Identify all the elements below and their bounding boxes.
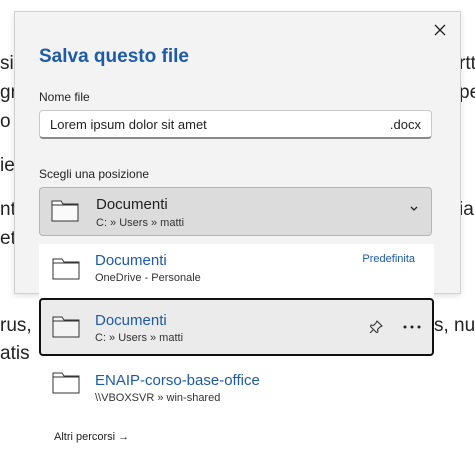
location-item-onedrive[interactable]: Documenti OneDrive - Personale Predefini… (39, 244, 434, 302)
more-paths-link[interactable]: Altri percorsi → (54, 431, 129, 443)
location-dropdown[interactable]: Documenti C: » Users » matti (39, 187, 432, 236)
doc-text-fragment: ie (0, 155, 15, 176)
selected-location-title: Documenti (96, 196, 168, 213)
location-list: Documenti OneDrive - Personale Predefini… (39, 244, 434, 404)
dialog-title: Salva questo file (39, 46, 189, 67)
folder-icon (52, 258, 80, 280)
file-name-value: Lorem ipsum dolor sit amet (50, 116, 207, 132)
close-button[interactable] (428, 18, 452, 42)
location-title: Documenti (95, 252, 167, 269)
file-name-label: Nome file (39, 90, 90, 104)
doc-text-fragment: pe (459, 82, 475, 103)
location-item-local[interactable]: Documenti C: » Users » matti (39, 298, 434, 356)
folder-icon (52, 316, 80, 338)
doc-text-fragment: rtt (459, 53, 475, 74)
doc-text-fragment: atis (0, 343, 30, 364)
folder-icon (52, 372, 80, 394)
file-extension: .docx (389, 116, 421, 132)
pin-icon[interactable] (368, 319, 384, 335)
doc-text-fragment: ia (459, 199, 474, 220)
selected-location-path: C: » Users » matti (96, 217, 185, 229)
chevron-down-icon (410, 206, 418, 211)
more-options-icon[interactable] (402, 324, 422, 330)
location-title: Documenti (95, 312, 167, 329)
file-name-field[interactable]: Lorem ipsum dolor sit amet .docx (39, 110, 432, 139)
location-title: ENAIP-corso-base-office (95, 372, 260, 389)
location-item-shared[interactable]: ENAIP-corso-base-office \\VBOXSVR » win-… (39, 358, 434, 416)
location-subtitle: \\VBOXSVR » win-shared (95, 392, 221, 404)
folder-icon (51, 200, 79, 222)
doc-text-fragment: rus, (0, 315, 32, 336)
default-badge: Predefinita (362, 253, 415, 265)
close-icon (434, 24, 446, 36)
doc-text-fragment: s, nu (434, 315, 475, 336)
location-subtitle: OneDrive - Personale (95, 272, 201, 284)
location-label: Scegli una posizione (39, 167, 150, 181)
location-subtitle: C: » Users » matti (95, 332, 184, 344)
